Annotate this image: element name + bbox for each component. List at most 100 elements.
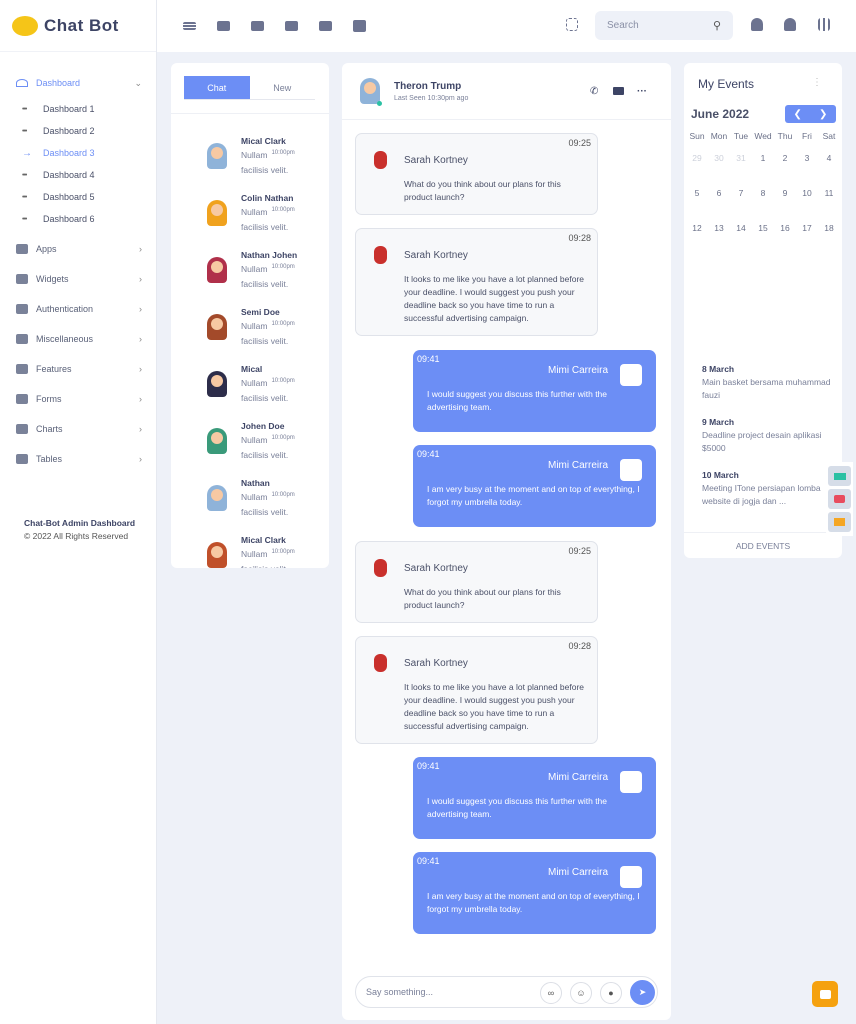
more-vertical-icon[interactable]: ⋮ xyxy=(812,77,822,91)
message-sender: Sarah Kortney xyxy=(404,250,468,261)
money-icon[interactable] xyxy=(828,466,851,486)
contact-avatar[interactable] xyxy=(360,78,382,106)
tab-chat[interactable]: Chat xyxy=(184,76,250,99)
inbox-icon[interactable] xyxy=(285,21,298,31)
calendar-day[interactable]: 29 xyxy=(686,153,708,188)
sidebar-item-forms[interactable]: Forms › xyxy=(0,384,156,414)
mail-icon[interactable] xyxy=(251,21,264,31)
calendar-day[interactable]: 18 xyxy=(818,223,840,258)
arrow-right-icon: → xyxy=(22,147,32,159)
dots-icon: ••• xyxy=(22,215,27,223)
calendar-day[interactable]: 15 xyxy=(752,223,774,258)
calendar-month: June 2022 xyxy=(691,107,750,121)
user-icon[interactable] xyxy=(784,18,796,31)
calendar-day[interactable]: 16 xyxy=(774,223,796,258)
calendar-day[interactable]: 13 xyxy=(708,223,730,258)
phone-icon[interactable]: ✆ xyxy=(590,86,598,97)
layers-icon[interactable] xyxy=(828,512,851,532)
star-icon[interactable] xyxy=(353,20,366,32)
dice-icon[interactable] xyxy=(828,489,851,509)
floating-widget xyxy=(826,462,853,536)
calendar-day[interactable]: 7 xyxy=(730,188,752,223)
calendar-icon[interactable] xyxy=(319,21,332,31)
contact-item[interactable]: Semi Doe Nullam 10:00pm facilisis velit. xyxy=(171,306,329,363)
sidebar-item-tables[interactable]: Tables › xyxy=(0,444,156,474)
sidebar-item-apps[interactable]: Apps › xyxy=(0,234,156,264)
calendar-day[interactable]: 10 xyxy=(796,188,818,223)
contact-item[interactable]: Colin Nathan Nullam 10:00pm facilisis velit… xyxy=(171,192,329,249)
message-input[interactable]: Say something... ∞ ☺ ● ➤ xyxy=(355,976,658,1008)
dots-icon: ••• xyxy=(22,171,27,179)
contact-item[interactable]: Mical Nullam 10:00pm facilisis velit. xyxy=(171,363,329,420)
calendar-day[interactable]: 4 xyxy=(818,153,840,188)
sidebar-item-dashboard[interactable]: Dashboard ⌄ xyxy=(0,68,156,98)
charts-icon xyxy=(16,424,28,434)
calendar-day[interactable]: 8 xyxy=(752,188,774,223)
calendar-day[interactable]: 12 xyxy=(686,223,708,258)
sidebar-item-widgets[interactable]: Widgets › xyxy=(0,264,156,294)
calendar-day[interactable]: 11 xyxy=(818,188,840,223)
features-icon xyxy=(16,364,28,374)
calendar-day[interactable]: 5 xyxy=(686,188,708,223)
chevron-right-icon: › xyxy=(139,304,142,314)
link-icon[interactable]: ∞ xyxy=(540,982,562,1004)
calendar-day[interactable]: 14 xyxy=(730,223,752,258)
bell-icon[interactable] xyxy=(751,18,763,31)
message-sender: Mimi Carreira xyxy=(548,772,608,783)
search-icon[interactable]: ⚲ xyxy=(713,19,721,32)
calendar-day[interactable]: 17 xyxy=(796,223,818,258)
calendar-day[interactable]: 6 xyxy=(708,188,730,223)
calendar-day[interactable]: 9 xyxy=(774,188,796,223)
chat-support-button[interactable] xyxy=(812,981,838,1007)
event-item[interactable]: 9 March Deadline project desain aplikasi … xyxy=(684,416,842,455)
add-events-button[interactable]: ADD EVENTS xyxy=(684,532,842,558)
menu-icon[interactable] xyxy=(183,22,196,30)
send-button[interactable]: ➤ xyxy=(630,980,655,1005)
calendar-day[interactable]: 31 xyxy=(730,153,752,188)
chevron-down-icon: ⌄ xyxy=(134,77,142,88)
scan-icon[interactable] xyxy=(566,18,578,31)
event-item[interactable]: 8 March Main basket bersama muhammad fauz… xyxy=(684,363,842,402)
event-item[interactable]: 10 March Meeting ITone persiapan lomba we… xyxy=(684,469,842,508)
sidebar-subitem-label: Dashboard 4 xyxy=(43,170,95,180)
sidebar-subitem-dashboard-1[interactable]: ••• Dashboard 1 xyxy=(0,98,156,120)
contact-item[interactable]: Johen Doe Nullam 10:00pm facilisis velit. xyxy=(171,420,329,477)
sidebar-subitem-dashboard-5[interactable]: ••• Dashboard 5 xyxy=(0,186,156,208)
contact-item[interactable]: Mical ClarkNullam10:00pmfacilisis velit. xyxy=(171,135,329,192)
contact-name: Colin Nathan xyxy=(241,193,294,203)
received-message: 09:28 Sarah Kortney It looks to me like yo… xyxy=(355,636,598,744)
calendar-day[interactable]: 30 xyxy=(708,153,730,188)
chat-icon[interactable] xyxy=(217,21,230,31)
calendar-day[interactable]: 3 xyxy=(796,153,818,188)
events-panel: My Events ⋮ June 2022 ❮ ❯ Sun Mon Tue Wed Th… xyxy=(684,63,842,558)
sliders-icon[interactable] xyxy=(818,18,830,31)
calendar-day[interactable]: 2 xyxy=(774,153,796,188)
sidebar-subitem-dashboard-6[interactable]: ••• Dashboard 6 xyxy=(0,208,156,230)
contact-message-line: facilisis velit. xyxy=(241,392,289,403)
emoji-icon[interactable]: ☺ xyxy=(570,982,592,1004)
logo[interactable]: Chat Bot xyxy=(0,0,156,52)
next-month-button[interactable]: ❯ xyxy=(819,109,827,120)
sidebar-subitem-dashboard-2[interactable]: ••• Dashboard 2 xyxy=(0,120,156,142)
sidebar-item-authentication[interactable]: Authentication › xyxy=(0,294,156,324)
sidebar-item-features[interactable]: Features › xyxy=(0,354,156,384)
video-icon[interactable] xyxy=(613,87,624,95)
contact-item[interactable]: Nathan Johen Nullam 10:00pm facilisis velit… xyxy=(171,249,329,306)
contact-message: Nullam 10:00pm xyxy=(241,260,297,277)
microphone-icon[interactable]: ● xyxy=(600,982,622,1004)
more-icon[interactable]: ··· xyxy=(637,86,647,97)
sender-avatar xyxy=(374,151,387,169)
contact-item[interactable]: Mical ClarkNullam10:00pmfacilisis velit. xyxy=(171,534,329,568)
calendar-day[interactable]: 1 xyxy=(752,153,774,188)
sidebar-item-miscellaneous[interactable]: Miscellaneous › xyxy=(0,324,156,354)
prev-month-button[interactable]: ❮ xyxy=(794,109,802,120)
sidebar-item-charts[interactable]: Charts › xyxy=(0,414,156,444)
contact-item[interactable]: Nathan Nullam 10:00pm facilisis velit. xyxy=(171,477,329,534)
sidebar-subitem-dashboard-3[interactable]: → Dashboard 3 xyxy=(0,142,156,164)
sidebar-item-label: Apps xyxy=(36,244,57,254)
sidebar-subitem-dashboard-4[interactable]: ••• Dashboard 4 xyxy=(0,164,156,186)
tab-new[interactable]: New xyxy=(250,76,316,99)
contact-message-line: facilisis velit. xyxy=(241,335,289,346)
search-input[interactable]: Search ⚲ xyxy=(595,11,733,40)
weekday-label: Sun xyxy=(689,131,705,141)
